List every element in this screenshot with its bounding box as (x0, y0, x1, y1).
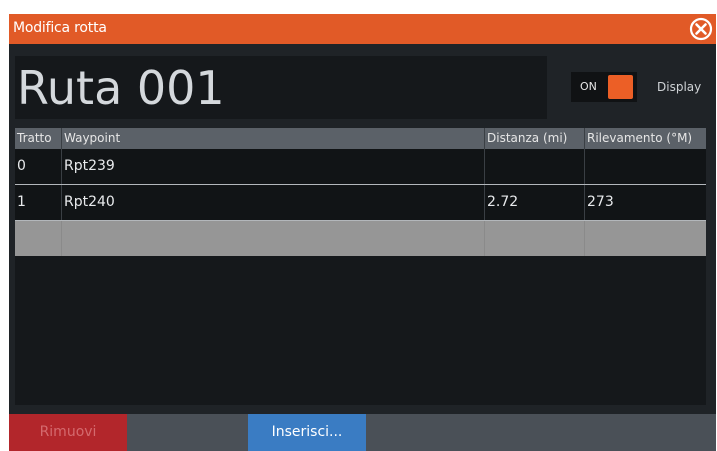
close-button[interactable] (689, 17, 713, 41)
waypoint-cell: Rpt239 (62, 149, 485, 184)
bearing-cell: 273 (587, 194, 614, 210)
column-header-leg: Tratto (15, 128, 62, 149)
column-header-bearing: Rilevamento (°M) (587, 131, 693, 145)
bearing-cell (585, 221, 706, 256)
dialog-title: Modifica rotta (13, 20, 107, 36)
display-toggle[interactable]: ON (571, 72, 637, 102)
toggle-knob (608, 75, 633, 99)
remove-button[interactable]: Rimuovi (9, 414, 127, 451)
route-legs-table: Tratto Waypoint Distanza (mi) Rilevament… (15, 128, 706, 405)
action-bar: Rimuovi Inserisci... (9, 414, 716, 451)
distance-cell (485, 221, 585, 256)
column-header-distance: Distanza (mi) (485, 128, 585, 149)
route-name-field[interactable]: Ruta 001 (15, 56, 547, 119)
display-label: Display (657, 80, 702, 94)
toggle-state-label: ON (580, 80, 597, 93)
leg-cell: 0 (15, 149, 62, 184)
leg-cell (15, 221, 62, 256)
column-header-waypoint: Waypoint (62, 128, 485, 149)
table-row[interactable]: 0 Rpt239 (15, 149, 706, 185)
empty-row-selected[interactable] (15, 221, 706, 256)
insert-button[interactable]: Inserisci... (248, 414, 366, 451)
leg-cell: 1 (15, 185, 62, 220)
table-header: Tratto Waypoint Distanza (mi) Rilevament… (15, 128, 706, 149)
waypoint-cell: Rpt240 (62, 185, 485, 220)
distance-cell (485, 149, 585, 184)
edit-route-dialog: Modifica rotta Ruta 001 ON Display Tratt… (9, 14, 716, 451)
close-icon (689, 17, 713, 41)
distance-cell: 2.72 (485, 185, 585, 220)
route-name: Ruta 001 (17, 61, 225, 115)
table-row[interactable]: 1 Rpt240 2.72 273 (15, 185, 706, 221)
bearing-cell (585, 149, 706, 184)
title-bar: Modifica rotta (9, 14, 716, 44)
waypoint-cell (62, 221, 485, 256)
